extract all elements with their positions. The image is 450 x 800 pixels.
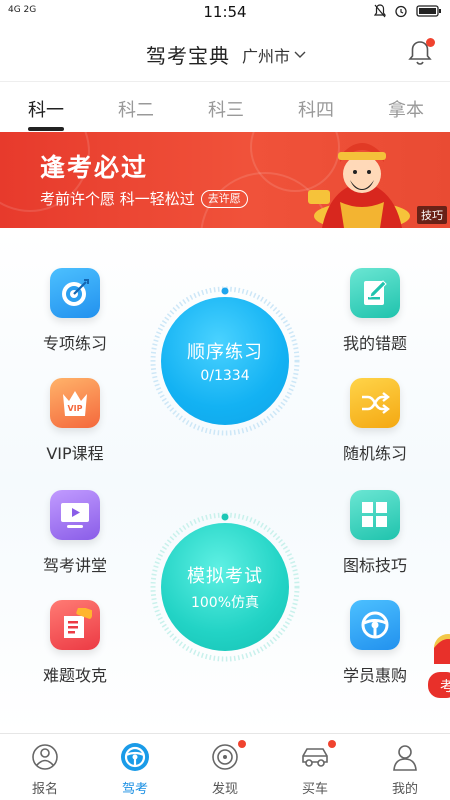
nav-label: 我的	[391, 782, 418, 797]
tab-subject-1[interactable]: 科一	[6, 96, 86, 122]
sequential-practice-circle: 顺序练习 0/1334	[161, 297, 289, 425]
chevron-down-icon	[294, 51, 306, 58]
mock-exam-circle: 模拟考试 100%仿真	[161, 523, 289, 651]
floating-ad-label: 考	[440, 679, 450, 695]
steering-wheel-icon	[120, 742, 150, 772]
feature-driving-lecture[interactable]: 驾考讲堂	[25, 490, 125, 576]
tab-subject-4[interactable]: 科四	[276, 96, 356, 122]
feature-label: 图标技巧	[342, 556, 407, 575]
city-label: 广州市	[242, 47, 291, 66]
svg-text:VIP: VIP	[67, 404, 82, 413]
video-screen-icon	[50, 490, 100, 540]
nav-label: 买车	[301, 782, 328, 797]
bottom-nav: 报名 驾考 发现 买车 我的	[0, 733, 450, 800]
steering-wheel-icon	[350, 600, 400, 650]
exam-title: 模拟考试	[187, 566, 263, 587]
profile-icon	[390, 742, 420, 772]
grid-icon	[350, 490, 400, 540]
feature-my-mistakes[interactable]: 我的错题	[325, 268, 425, 354]
target-icon	[50, 268, 100, 318]
feature-label: 难题攻克	[42, 666, 107, 685]
active-tab-indicator	[28, 127, 64, 131]
status-bar: 4G 2G 11:54	[0, 0, 450, 24]
exam-subtitle: 100%仿真	[190, 595, 260, 611]
mock-exam-button[interactable]: 模拟考试 100%仿真	[150, 512, 300, 662]
nav-label: 驾考	[121, 782, 148, 797]
notification-badge	[426, 38, 435, 47]
banner-headline: 逢考必过	[40, 153, 149, 182]
city-selector[interactable]: 广州市	[242, 43, 306, 67]
tab-subject-3[interactable]: 科三	[186, 96, 266, 122]
app-screen: 4G 2G 11:54 驾考宝典 广州市 科一 科二 科三 科四 拿本 逢考必过	[0, 0, 450, 800]
feature-label: 专项练习	[42, 334, 107, 353]
nav-label: 发现	[211, 782, 238, 797]
feature-random-practice[interactable]: 随机练习	[325, 378, 425, 464]
fortune-god-illustration	[308, 143, 410, 228]
banner-subline: 考前许个愿 科一轻松过	[40, 190, 195, 208]
tab-get-license[interactable]: 拿本	[366, 96, 446, 122]
edit-note-icon	[350, 268, 400, 318]
nav-discover[interactable]: 发现	[190, 740, 260, 797]
notification-button[interactable]	[404, 36, 436, 68]
practice-title: 顺序练习	[187, 342, 263, 363]
nav-badge	[328, 740, 336, 748]
banner-subline-row: 考前许个愿 科一轻松过 去许愿	[40, 188, 248, 209]
feature-label: VIP课程	[46, 444, 104, 463]
nav-label: 报名	[31, 782, 58, 797]
feature-vip-course[interactable]: VIP VIP课程	[25, 378, 125, 464]
app-title: 驾考宝典	[146, 44, 230, 68]
feature-special-practice[interactable]: 专项练习	[25, 268, 125, 354]
feature-label: 学员惠购	[342, 666, 407, 685]
subject-tabs: 科一 科二 科三 科四 拿本	[0, 82, 450, 132]
practice-progress: 0/1334	[200, 368, 250, 384]
tab-subject-2[interactable]: 科二	[96, 96, 176, 122]
alarm-icon	[395, 5, 407, 18]
floating-ad[interactable]: 考	[426, 618, 450, 708]
nav-badge	[238, 740, 246, 748]
feature-sign-tips[interactable]: 图标技巧	[325, 490, 425, 576]
car-icon	[300, 740, 336, 772]
app-header: 驾考宝典 广州市	[0, 24, 450, 82]
hard-question-icon	[50, 600, 100, 650]
mute-icon	[374, 4, 386, 18]
feature-label: 驾考讲堂	[42, 556, 107, 575]
nav-profile[interactable]: 我的	[370, 742, 440, 797]
practice-dashboard: 专项练习 VIP VIP课程 驾考讲堂 难题攻克 我的错题 随机练习 图标技巧 …	[0, 228, 450, 733]
nav-signup[interactable]: 报名	[10, 742, 80, 797]
shuffle-icon	[350, 378, 400, 428]
vip-crown-icon: VIP	[50, 378, 100, 428]
discover-icon	[210, 740, 246, 772]
feature-hard-questions[interactable]: 难题攻克	[25, 600, 125, 686]
feature-student-deals[interactable]: 学员惠购	[325, 600, 425, 686]
promo-banner[interactable]: 逢考必过 考前许个愿 科一轻松过 去许愿 技巧	[0, 132, 450, 228]
signup-icon	[30, 742, 60, 772]
feature-label: 随机练习	[342, 444, 407, 463]
wish-button[interactable]: 去许愿	[200, 189, 248, 208]
nav-driving-test[interactable]: 驾考	[100, 742, 170, 797]
sequential-practice-button[interactable]: 顺序练习 0/1334	[150, 286, 300, 436]
battery-icon	[416, 5, 441, 17]
feature-label: 我的错题	[342, 334, 407, 353]
nav-buy-car[interactable]: 买车	[280, 740, 350, 797]
banner-tag: 技巧	[417, 206, 447, 224]
status-icons	[374, 4, 442, 18]
